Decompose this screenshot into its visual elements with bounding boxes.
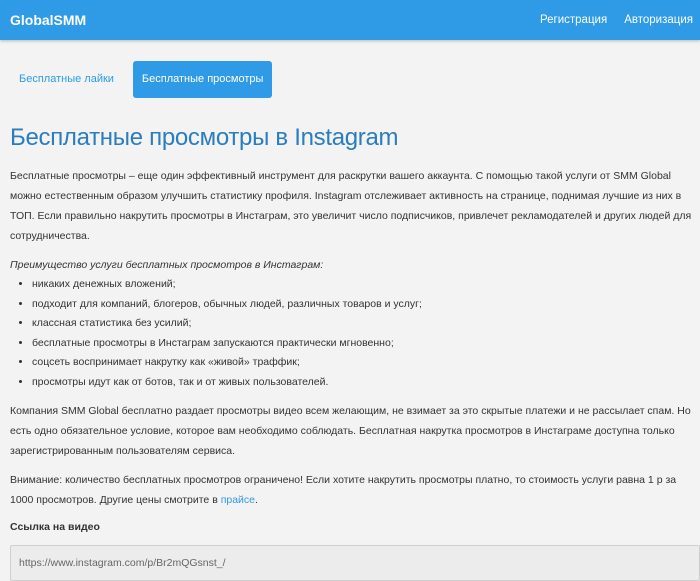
intro-paragraph: Бесплатные просмотры – еще один эффектив… (10, 170, 692, 242)
price-link[interactable]: прайсе (221, 494, 255, 506)
list-item: классная статистика без усилий; (32, 314, 692, 334)
notice-text: Внимание: количество бесплатных просмотр… (10, 474, 677, 506)
advantages-title: Преимущество услуги бесплатных просмотро… (10, 259, 324, 271)
top-navbar: GlobalSMM Регистрация Авторизация (0, 0, 700, 40)
register-link[interactable]: Регистрация (540, 14, 607, 26)
tab-free-views[interactable]: Бесплатные просмотры (132, 61, 273, 98)
notice-suffix: . (255, 494, 258, 506)
video-url-input[interactable] (10, 545, 700, 581)
tab-free-likes[interactable]: Бесплатные лайки (10, 61, 123, 98)
advantages-list: никаких денежных вложений; подходит для … (10, 275, 692, 392)
notice-paragraph: Внимание: количество бесплатных просмотр… (10, 470, 692, 510)
list-item: соцсеть воспринимает накрутку как «живой… (32, 353, 692, 373)
list-item: просмотры идут как от ботов, так и от жи… (32, 373, 692, 393)
list-item: бесплатные просмотры в Инстаграм запуска… (32, 334, 692, 354)
company-paragraph: Компания SMM Global бесплатно раздает пр… (10, 405, 691, 457)
login-link[interactable]: Авторизация (624, 14, 693, 26)
page-title: Бесплатные просмотры в Instagram (10, 124, 399, 151)
list-item: никаких денежных вложений; (32, 275, 692, 295)
main-content: Бесплатные просмотры – еще один эффектив… (10, 166, 700, 581)
service-tabs: Бесплатные лайки Бесплатные просмотры (10, 61, 700, 98)
video-link-label: Ссылка на видео (10, 521, 100, 533)
list-item: подходит для компаний, блогеров, обычных… (32, 295, 692, 315)
nav-links: Регистрация Авторизация (540, 14, 693, 26)
video-input-wrap (10, 545, 700, 581)
brand-logo[interactable]: GlobalSMM (10, 12, 86, 28)
